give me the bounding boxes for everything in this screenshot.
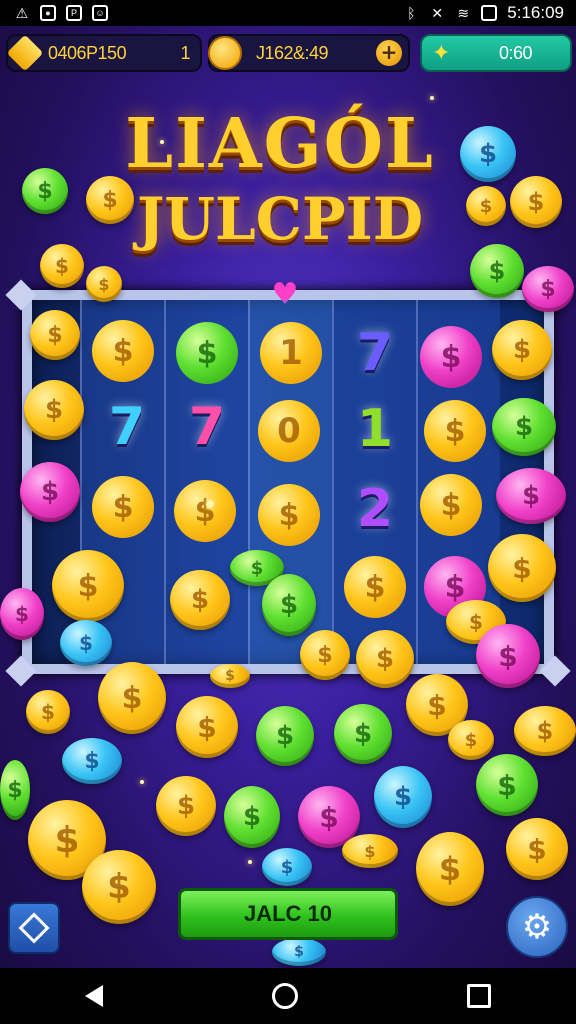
flying-coin: $ xyxy=(0,760,30,820)
flying-coin: $ xyxy=(86,176,134,224)
currency-three-value: 0:60 xyxy=(498,42,533,63)
home-icon[interactable] xyxy=(271,983,298,1009)
diamond-outline-icon xyxy=(18,912,50,944)
flying-coin: $ xyxy=(156,776,216,836)
currency-two-value: J162&:49 xyxy=(256,42,329,63)
currency-panel-two[interactable]: J162&:49 + xyxy=(208,34,410,72)
reel-symbol-seven: 7 xyxy=(188,397,226,457)
menu-button[interactable] xyxy=(8,902,60,954)
reel-symbol-seven: 7 xyxy=(108,397,146,457)
sparkle xyxy=(160,140,164,144)
flying-coin: $ xyxy=(470,244,524,298)
status-bar: ⚠ ● P ☺ ᛒ ✕ ≋ 5:16:09 xyxy=(0,0,576,26)
reel-symbol-coin: $ xyxy=(258,484,320,546)
flying-coin: $ xyxy=(510,176,562,228)
coin-icon xyxy=(208,36,242,70)
reel-symbol-coin: $ xyxy=(420,474,482,536)
flying-coin: $ xyxy=(62,738,122,784)
flying-coin: $ xyxy=(334,704,392,764)
reel-symbol-coin: $ xyxy=(176,322,238,384)
flying-coin: $ xyxy=(262,848,312,886)
flying-coin: $ xyxy=(98,662,166,734)
sparkle xyxy=(140,780,144,784)
reel-symbol-coin: $ xyxy=(424,400,486,462)
reel-symbol-coin: $ xyxy=(174,480,236,542)
reel-symbol-one: 1 xyxy=(260,322,322,384)
reel-symbol-seven: 7 xyxy=(356,323,394,383)
recents-icon[interactable] xyxy=(467,984,492,1008)
flying-coin: $ xyxy=(342,834,398,868)
flying-coin: $ xyxy=(52,550,124,622)
flying-coin: $ xyxy=(0,588,44,640)
flying-coin: $ xyxy=(448,720,494,760)
flying-coin: $ xyxy=(30,310,80,360)
flying-coin: $ xyxy=(170,570,230,630)
flying-coin: $ xyxy=(272,938,326,966)
game-logo: LIAGÓL JULCPID xyxy=(100,104,460,284)
flying-coin: $ xyxy=(488,534,556,602)
flying-coin: $ xyxy=(262,574,316,636)
wifi-icon: ≋ xyxy=(457,5,470,21)
flying-coin: $ xyxy=(416,832,484,906)
sparkle xyxy=(206,500,214,508)
currency-panel-one[interactable]: 0406P150 1 xyxy=(6,34,202,72)
navigation-bar xyxy=(0,968,576,1024)
logo-line-2: JULCPID xyxy=(136,185,423,253)
bluetooth-icon: ᛒ xyxy=(407,5,416,21)
notification-icon: ● xyxy=(40,5,56,21)
no-signal-icon: ✕ xyxy=(431,5,444,21)
flying-coin: $ xyxy=(466,186,506,226)
sparkle xyxy=(248,860,252,864)
flying-coin: $ xyxy=(256,706,314,766)
flying-coin: $ xyxy=(210,664,250,688)
flying-coin: $ xyxy=(82,850,156,924)
jackpot-button-label: JALC 10 xyxy=(243,901,333,926)
currency-panel-three[interactable]: ✦ 0:60 xyxy=(420,34,572,72)
currency-one-value: 0406P150 xyxy=(48,42,127,63)
add-coins-button[interactable]: + xyxy=(376,40,402,66)
flying-coin: $ xyxy=(22,168,68,214)
jackpot-button[interactable]: JALC 10 xyxy=(178,888,398,940)
reel-symbol-coin: $ xyxy=(420,326,482,388)
settings-button[interactable]: ⚙ xyxy=(506,896,568,958)
notification-icon: P xyxy=(66,5,82,21)
battery-icon xyxy=(481,5,498,21)
flying-coin: $ xyxy=(476,624,540,688)
diamond-icon xyxy=(6,34,44,72)
flying-coin: $ xyxy=(506,818,568,880)
flying-coin: $ xyxy=(20,462,80,522)
level-value: 1 xyxy=(180,42,190,63)
flying-coin: $ xyxy=(476,754,538,816)
star-icon: ✦ xyxy=(432,40,451,66)
flying-coin: $ xyxy=(522,266,574,312)
flying-coin: $ xyxy=(492,320,552,380)
flying-coin: $ xyxy=(24,380,84,440)
notification-icon: ☺ xyxy=(92,5,108,21)
flying-coin: $ xyxy=(356,630,414,688)
flying-coin: $ xyxy=(514,706,576,756)
flying-coin: $ xyxy=(176,696,238,758)
gear-icon: ⚙ xyxy=(521,907,553,947)
reel-symbol-one: 1 xyxy=(356,399,394,459)
flying-coin: $ xyxy=(40,244,84,288)
warning-icon: ⚠ xyxy=(15,5,29,21)
reel-symbol-coin: $ xyxy=(344,556,406,618)
logo-line-1: LIAGÓL xyxy=(125,104,435,184)
reel-symbol-seven: 2 xyxy=(356,479,394,539)
flying-coin: $ xyxy=(460,126,516,182)
flying-coin: $ xyxy=(26,690,70,734)
reel-symbol-coin: $ xyxy=(92,320,154,382)
flying-coin: $ xyxy=(224,786,280,848)
flying-coin: $ xyxy=(496,468,566,524)
reel-symbol-zero: 0 xyxy=(258,400,320,462)
back-icon[interactable] xyxy=(84,985,103,1007)
flying-coin: $ xyxy=(374,766,432,828)
flying-coin: $ xyxy=(300,630,350,680)
flying-coin: $ xyxy=(86,266,122,302)
reel-symbol-coin: $ xyxy=(92,476,154,538)
sparkle xyxy=(430,96,434,100)
status-time: 5:16:09 xyxy=(507,3,564,22)
flying-coin: $ xyxy=(492,398,556,456)
flying-coin: $ xyxy=(60,620,112,666)
